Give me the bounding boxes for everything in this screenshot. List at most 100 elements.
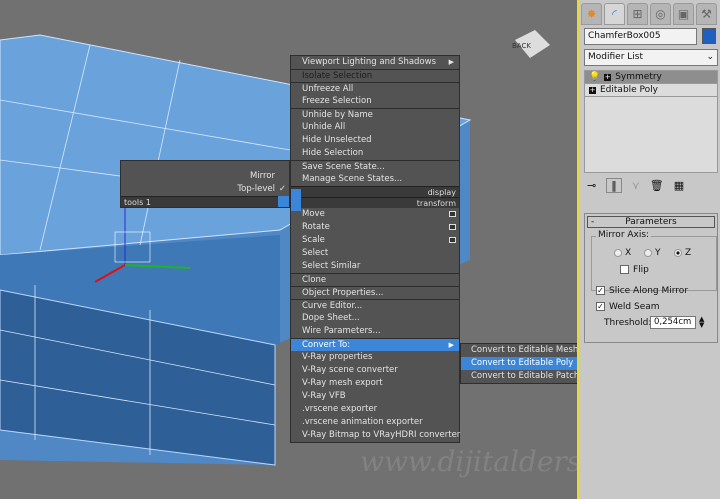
submenu-arrow-icon: ▶ [448,58,454,66]
hierarchy-icon[interactable]: ⊞ [627,3,648,25]
expand-icon[interactable]: + [589,86,596,94]
make-unique-icon[interactable]: ⋎ [632,179,640,192]
menu-item-clone[interactable]: Clone [291,273,459,286]
checkbox-icon: ✓ [596,302,605,311]
quad-title-transform: transform [291,197,459,208]
stack-item-symmetry[interactable]: 💡 + Symmetry [585,71,717,84]
label: Select [302,248,329,258]
object-name-input[interactable]: ChamferBox005 [584,28,697,45]
radio-z[interactable]: Z [674,248,691,258]
threshold-input[interactable]: 0,254cm [650,316,696,329]
label: Rotate [302,222,330,232]
menu-item-wire-parameters[interactable]: Wire Parameters... [291,325,459,338]
menu-item-convert-to[interactable]: Convert To: ▶ [291,338,459,351]
expand-icon[interactable]: + [604,73,612,81]
utilities-icon[interactable]: ⚒ [696,3,717,25]
menu-item-select[interactable]: Select [291,247,459,260]
menu-item-viewport-lighting-and-shadows[interactable]: Viewport Lighting and Shadows ▶ [291,56,459,69]
label: Symmetry [615,71,662,82]
menu-item-dope-sheet[interactable]: Dope Sheet... [291,312,459,325]
pin-stack-icon[interactable]: ⊸ [587,179,596,192]
quad-handle[interactable] [278,196,289,207]
menu-item-unhide-all[interactable]: Unhide All [291,121,459,134]
menu-item-v-ray-vfb[interactable]: V-Ray VFB [291,390,459,403]
label: V-Ray properties [302,352,373,362]
label: Unhide by Name [302,110,373,120]
parameters-rollout-header[interactable]: - Parameters [587,216,715,228]
menu-item-v-ray-bitmap-to-vrayhdri-converter[interactable]: V-Ray Bitmap to VRayHDRI converter [291,429,460,442]
box-mesh [0,30,550,466]
viewport[interactable]: BACK www.dijitaldersler.com [0,0,577,499]
show-end-result-icon[interactable]: ‖ [606,178,622,193]
menu-item-vrscene-animation-exporter[interactable]: .vrscene animation exporter [291,416,459,429]
radio-y[interactable]: Y [644,248,661,258]
weld-seam-checkbox[interactable]: ✓ Weld Seam [596,302,660,312]
label: Mirror [249,171,275,181]
options-box-icon[interactable] [449,237,456,243]
options-box-icon[interactable] [449,224,456,230]
menu-item-isolate-selection[interactable]: Isolate Selection [291,69,459,82]
menu-item-v-ray-scene-converter[interactable]: V-Ray scene converter [291,364,459,377]
slice-along-mirror-checkbox[interactable]: ✓ Slice Along Mirror [596,286,688,296]
convert-to-submenu: Convert to Editable Mesh Convert to Edita… [460,343,579,384]
modify-icon[interactable]: ◜ [604,3,625,25]
label: .vrscene animation exporter [302,417,423,427]
command-panel: ✸ ◜ ⊞ ◎ ▣ ⚒ ChamferBox005 Modifier List ⌄ 💡 + Sy… [577,0,720,499]
menu-item-convert-to-editable-poly[interactable]: Convert to Editable Poly [461,357,577,370]
menu-item-curve-editor[interactable]: Curve Editor... [291,299,459,312]
menu-item-convert-to-editable-patch[interactable]: Convert to Editable Patch [461,370,579,383]
options-box-icon[interactable] [449,211,456,217]
label: Y [655,248,661,258]
menu-item-top-level[interactable]: Top-level ✓ [121,183,289,196]
lightbulb-icon[interactable]: 💡 [589,71,600,84]
radio-x[interactable]: X [614,248,631,258]
collapse-icon: - [591,217,595,227]
object-color-swatch[interactable] [702,28,716,44]
display-icon[interactable]: ▣ [673,3,694,25]
stack-item-editable-poly[interactable]: + Editable Poly [585,84,717,97]
viewcube[interactable]: BACK [512,42,531,50]
modifier-list-dropdown[interactable]: Modifier List ⌄ [584,49,718,66]
threshold-spinner[interactable]: ▲ ▼ [699,316,704,329]
label: Mirror Axis: [596,230,652,240]
modifier-stack: 💡 + Symmetry + Editable Poly [584,70,718,173]
menu-item-v-ray-mesh-export[interactable]: V-Ray mesh export [291,377,459,390]
menu-item-unfreeze-all[interactable]: Unfreeze All [291,82,459,95]
label: Slice Along Mirror [609,286,689,296]
menu-item-move[interactable]: Move [291,208,459,221]
label: Flip [633,265,649,275]
chevron-down-icon: ⌄ [706,52,714,62]
menu-item-rotate[interactable]: Rotate [291,221,459,234]
parameters-rollout: - Parameters Mirror Axis: X Y Z Flip ✓ Sli… [584,213,718,343]
menu-item-scale[interactable]: Scale [291,234,459,247]
quad-title-display: display [291,186,459,197]
label: Convert To: [302,340,351,350]
menu-item-hide-unselected[interactable]: Hide Unselected [291,134,459,147]
configure-sets-icon[interactable]: ▦ [674,179,684,192]
label: Weld Seam [609,302,660,312]
menu-item-select-similar[interactable]: Select Similar [291,260,459,273]
menu-item-unhide-by-name[interactable]: Unhide by Name [291,108,459,121]
menu-item-save-scene-state[interactable]: Save Scene State... [291,160,459,173]
remove-modifier-icon[interactable]: 🗑 [650,179,664,192]
menu-item-object-properties[interactable]: Object Properties... [291,286,459,299]
label: Unhide All [302,122,346,132]
menu-item-manage-scene-states[interactable]: Manage Scene States... [291,173,459,186]
label: Hide Unselected [302,135,372,145]
menu-item-freeze-selection[interactable]: Freeze Selection [291,95,459,108]
flip-checkbox[interactable]: Flip [620,265,649,275]
menu-item-vrscene-exporter[interactable]: .vrscene exporter [291,403,459,416]
label: V-Ray scene converter [302,365,398,375]
label: Convert to Editable Mesh [471,345,579,355]
menu-item-mirror[interactable]: Mirror [121,170,289,183]
menu-item-convert-to-editable-mesh[interactable]: Convert to Editable Mesh [461,344,579,357]
menu-item-hide-selection[interactable]: Hide Selection [291,147,459,160]
create-icon[interactable]: ✸ [581,3,602,25]
label: Hide Selection [302,148,364,158]
menu-item-v-ray-properties[interactable]: V-Ray properties [291,351,459,364]
label: Select Similar [302,261,361,271]
threshold-label: Threshold: [604,318,652,328]
motion-icon[interactable]: ◎ [650,3,671,25]
label: Isolate Selection [302,71,373,81]
label: Unfreeze All [302,84,354,94]
